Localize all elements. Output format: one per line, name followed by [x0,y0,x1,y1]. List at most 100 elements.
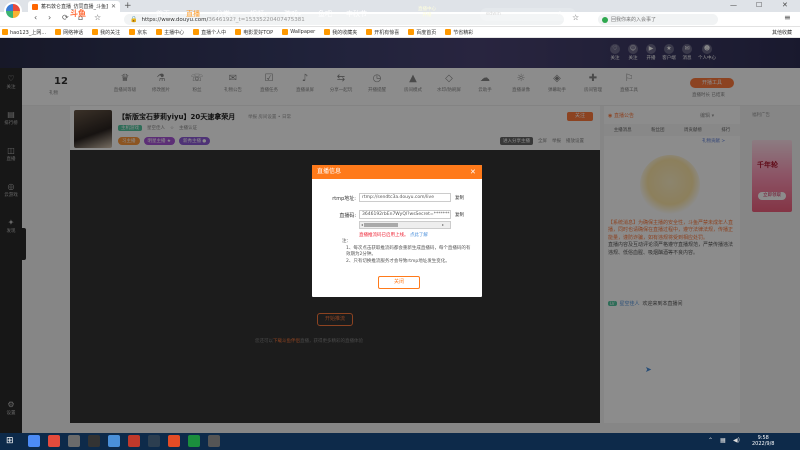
reload-icon[interactable]: ⟳ [62,13,69,22]
scroll-thumb[interactable] [364,223,398,227]
bookmark-icon [55,29,62,35]
bookmark-label: 节省精彩 [453,29,474,36]
bookmark-icon [2,29,8,35]
learn-more-link[interactable]: 点此了解 [410,233,428,238]
taskbar-app-icon[interactable] [88,435,100,447]
forward-icon[interactable]: › [48,13,51,22]
bookmark-item[interactable]: 主播中心 [156,29,184,36]
volume-icon[interactable]: ◀) [733,437,740,444]
stream-key-field[interactable]: 3646192rbEn7WyQl?wsSecret=******* [359,210,451,219]
bookmark-label: hao123_上网... [10,29,47,36]
warn-text: 直播推流码已启用上线。 [359,233,409,238]
menu-icon[interactable]: ≡ [784,13,791,22]
bookmark-icon [235,29,242,35]
stream-warning: 直播推流码已启用上线。 点此了解 [359,232,428,238]
horizontal-scrollbar[interactable]: ◂ ▸ [359,221,451,229]
bookmark-icon [366,29,373,35]
start-live-link[interactable]: 直播中心 开播 [418,7,436,19]
nav-game[interactable]: 游戏▾ [284,9,302,19]
taskbar-app-icon[interactable] [208,435,220,447]
scroll-right-icon[interactable]: ▸ [442,222,444,227]
copy-key-button[interactable]: 复制 [455,212,464,218]
bookmark-item[interactable]: 网络神话 [55,29,83,36]
nav-fishbar[interactable]: 鱼吧 [318,9,332,19]
bookmark-item[interactable]: 我的收藏夹 [324,29,357,36]
nav-home[interactable]: 首页 [156,9,170,19]
nav-live[interactable]: 直播 [186,9,200,19]
maximize-button[interactable]: ☐ [756,1,762,9]
taskbar-app-icon[interactable] [168,435,180,447]
taskbar-app-icon[interactable] [28,435,40,447]
taskbar-app-icon[interactable] [108,435,120,447]
close-window-button[interactable]: ✕ [782,1,788,9]
bookmark-item[interactable]: hao123_上网... [2,29,46,36]
bookmark-icon [156,29,163,35]
copy-rtmp-button[interactable]: 复制 [455,195,464,201]
dialog-close-icon[interactable]: ✕ [470,168,476,176]
bookmark-label: 网络神话 [63,29,84,36]
logo-text: 斗鱼 [70,9,86,18]
bookmark-item[interactable]: 电影爱好TOP [235,29,273,36]
douyu-favicon-icon [32,3,38,10]
bookmark-label: 我的收藏夹 [332,29,358,36]
site-search-icon[interactable]: ⌕ [558,9,562,18]
bookmark-icon [324,29,331,35]
bookmark-icon [282,29,289,35]
bookmark-icon [129,29,136,35]
bookmark-label: 开机有惊喜 [374,29,400,36]
bookmark-item[interactable]: Wallpaper [282,29,315,35]
bookmark-label: 我的关注 [100,29,121,36]
minimize-button[interactable]: — [730,1,737,9]
browser-tab-bar [0,0,800,12]
bookmark-item[interactable]: 节省精彩 [445,29,473,36]
bookmark-label: 主播中心 [164,29,185,36]
nav-category[interactable]: 分类▾ [216,9,234,19]
start-live-bottom: 开播 [422,13,432,18]
search-engine-icon [602,16,608,23]
clock-date: 2022/9/8 [752,441,775,447]
nav-video[interactable]: 视频▾ [250,9,268,19]
bookmark-item[interactable]: 开机有惊喜 [366,29,399,36]
new-tab-button[interactable]: + [124,1,132,11]
start-button[interactable]: ⊞ [6,435,18,447]
bookmark-label: 直播个人中 [201,29,227,36]
bookmark-icon [193,29,200,35]
douyu-logo[interactable]: 斗鱼 [70,8,86,19]
tab-close-icon[interactable]: ✕ [111,3,116,10]
stream-key-label: 直播码: [339,213,356,219]
note-item: 1、每次点击获取推流码都会重新生成直播码，每个直播码的有效期为2分钟。 [346,245,471,258]
nav-midautumn[interactable]: 中秋节 [346,9,367,19]
bookmark-item[interactable]: 我的关注 [92,29,120,36]
rtmp-address-field[interactable]: rtmp://sendtc3a.douyu.com/live [359,193,451,202]
bookmark-item[interactable]: 百度首页 [408,29,436,36]
network-icon[interactable]: ▦ [720,437,726,444]
rtmp-label: rtmp地址: [332,196,356,202]
browser-logo-icon[interactable] [4,2,22,20]
taskbar-app-icon[interactable] [148,435,160,447]
bookmark-label: 电影爱好TOP [243,29,274,36]
taskbar-app-icon[interactable] [68,435,80,447]
taskbar-app-icon[interactable] [48,435,60,447]
bookmark-item[interactable]: 直播个人中 [193,29,226,36]
taskbar-app-icon[interactable] [188,435,200,447]
windows-taskbar [0,433,800,450]
back-icon[interactable]: ‹ [34,13,37,22]
bookmark-icon [445,29,452,35]
live-info-dialog: 直播信息 ✕ rtmp地址: rtmp://sendtc3a.douyu.com… [312,165,482,297]
lock-icon: 🔒 [130,16,138,23]
browser-search-placeholder: 回我你来的入会事了 [611,17,657,23]
tray-arrow-icon[interactable]: ⌃ [708,437,713,444]
bookmark-label: 京东 [137,29,148,36]
scroll-left-icon[interactable]: ◂ [361,222,363,227]
bookmark-label: Wallpaper [290,29,316,35]
dialog-close-button[interactable]: 关闭 [378,276,420,289]
dialog-title: 直播信息 [312,165,482,179]
dialog-notes: 注： 1、每次点击获取推流码都会重新生成直播码，每个直播码的有效期为2分钟。 2… [342,239,472,265]
star-icon[interactable]: ☆ [94,13,101,22]
bookmark-icon [92,29,99,35]
taskbar-clock[interactable]: 9:58 2022/9/8 [752,435,774,447]
browser-search-box[interactable]: 回我你来的入会事了 [598,14,718,25]
other-bookmarks[interactable]: 其他收藏 [772,29,792,36]
bookmark-item[interactable]: 京东 [129,29,147,36]
taskbar-app-icon[interactable] [128,435,140,447]
